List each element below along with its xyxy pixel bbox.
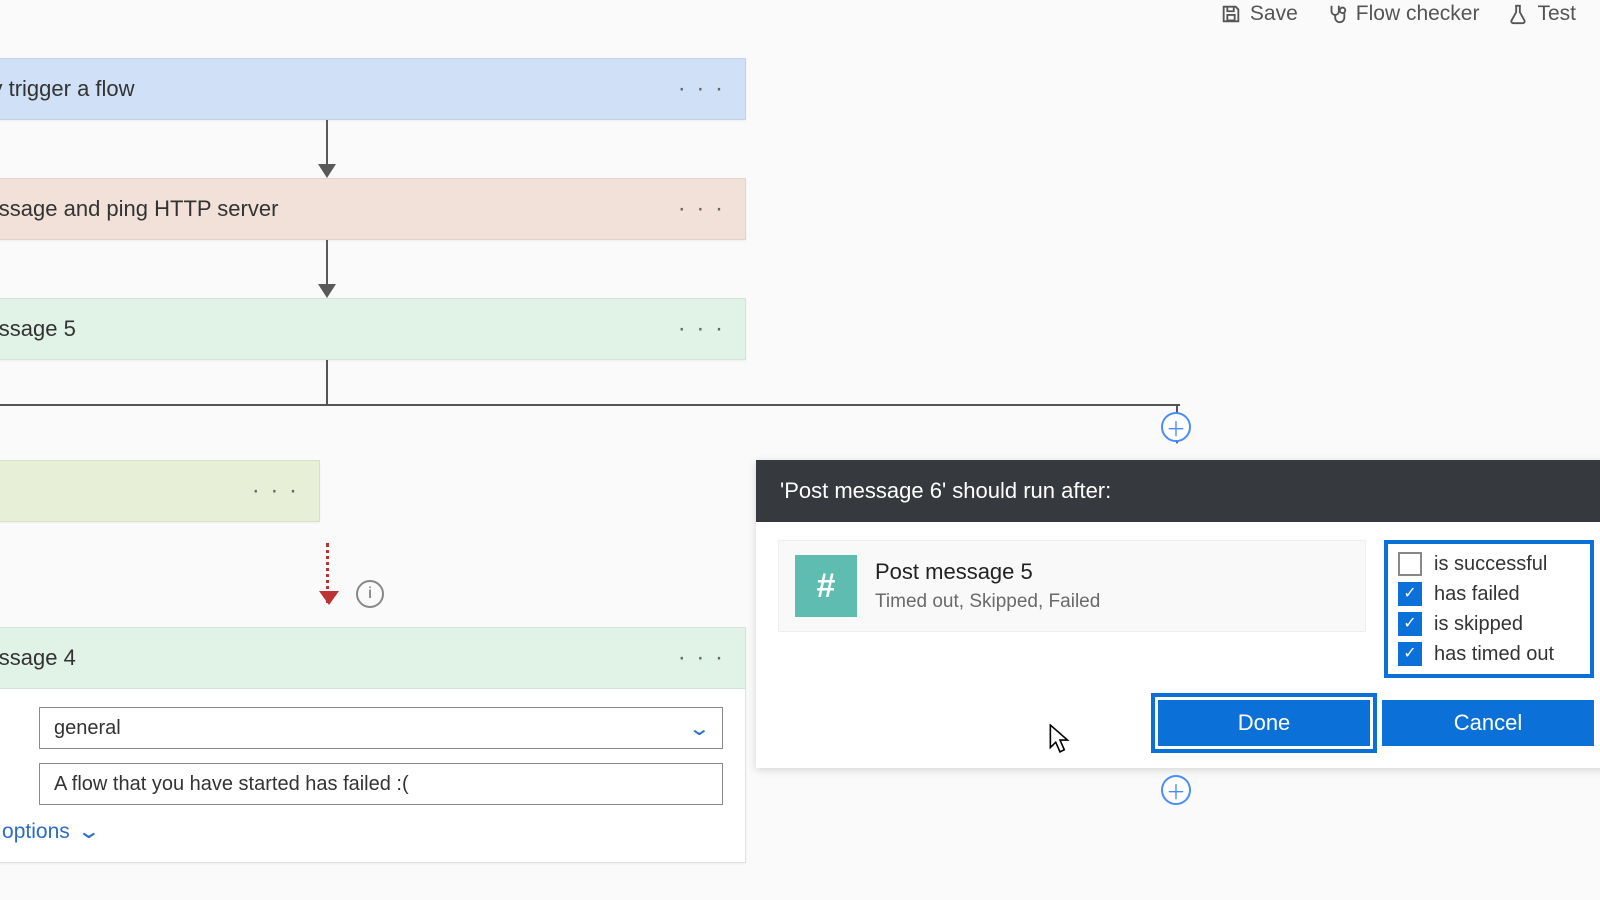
plus-icon: ＋ xyxy=(1166,413,1186,442)
test-label: Test xyxy=(1537,2,1576,26)
chevron-down-icon: ⌄ xyxy=(688,716,711,741)
flow-card-step3[interactable]: st message 5 · · · xyxy=(0,298,746,360)
flow-card-small[interactable]: · · · xyxy=(0,460,320,522)
check-label: has timed out xyxy=(1434,643,1554,666)
predecessor-card[interactable]: # Post message 5 Timed out, Skipped, Fai… xyxy=(778,540,1366,632)
card-title: st message 4 xyxy=(0,645,76,671)
run-after-dialog: 'Post message 6' should run after: # Pos… xyxy=(756,460,1600,768)
more-icon[interactable]: · · · xyxy=(678,195,725,223)
predecessor-name: Post message 5 xyxy=(875,559,1100,585)
channel-select[interactable]: general ⌄ xyxy=(39,707,723,749)
flow-card-expanded-body: Name general ⌄ Text A flow that you have… xyxy=(0,689,746,863)
checkbox-icon xyxy=(1398,552,1422,576)
run-after-checkbox-panel: is successful has failed is skipped has … xyxy=(1384,540,1594,678)
flow-card-expanded-header[interactable]: st message 4 · · · xyxy=(0,627,746,689)
done-label: Done xyxy=(1238,710,1291,736)
dialog-title: 'Post message 6' should run after: xyxy=(756,460,1600,522)
predecessor-summary: Timed out, Skipped, Failed xyxy=(875,591,1100,613)
checkbox-icon xyxy=(1398,642,1422,666)
info-icon[interactable]: i xyxy=(356,580,384,608)
more-icon[interactable]: · · · xyxy=(678,75,725,103)
more-icon[interactable]: · · · xyxy=(678,644,725,672)
cancel-label: Cancel xyxy=(1454,710,1522,736)
arrow-down-icon xyxy=(326,240,328,296)
checkbox-icon xyxy=(1398,582,1422,606)
connector-line xyxy=(326,360,328,404)
slack-icon: # xyxy=(795,555,857,617)
check-label: is successful xyxy=(1434,553,1547,576)
plus-icon: ＋ xyxy=(1166,776,1186,805)
flow-card-trigger[interactable]: nually trigger a flow · · · xyxy=(0,58,746,120)
checkbox-icon xyxy=(1398,612,1422,636)
check-is-successful[interactable]: is successful xyxy=(1398,552,1576,576)
branch-line xyxy=(0,404,1180,406)
test-button[interactable]: Test xyxy=(1507,2,1576,26)
beaker-icon xyxy=(1507,3,1529,25)
check-has-timed-out[interactable]: has timed out xyxy=(1398,642,1576,666)
card-title: nually trigger a flow xyxy=(0,76,135,102)
check-label: is skipped xyxy=(1434,613,1523,636)
field-label-message: Text xyxy=(0,773,39,796)
done-button[interactable]: Done xyxy=(1158,700,1370,746)
check-is-skipped[interactable]: is skipped xyxy=(1398,612,1576,636)
channel-value: general xyxy=(54,717,121,740)
add-step-button[interactable]: ＋ xyxy=(1161,775,1191,805)
check-label: has failed xyxy=(1434,583,1520,606)
advanced-options-toggle[interactable]: anced options ⌄ xyxy=(0,819,723,844)
check-has-failed[interactable]: has failed xyxy=(1398,582,1576,606)
advanced-options-label: anced options xyxy=(0,820,70,844)
flow-card-step2[interactable]: st message and ping HTTP server · · · xyxy=(0,178,746,240)
toolbar: Save Flow checker Test xyxy=(1220,0,1576,28)
save-icon xyxy=(1220,3,1242,25)
cancel-button[interactable]: Cancel xyxy=(1382,700,1594,746)
chevron-down-icon: ⌄ xyxy=(76,819,101,844)
message-value: A flow that you have started has failed … xyxy=(54,773,409,796)
stethoscope-icon xyxy=(1326,3,1348,25)
flow-checker-label: Flow checker xyxy=(1356,2,1480,26)
field-label-channel: Name xyxy=(0,717,39,740)
save-label: Save xyxy=(1250,2,1298,26)
add-step-button[interactable]: ＋ xyxy=(1161,412,1191,442)
message-text-input[interactable]: A flow that you have started has failed … xyxy=(39,763,723,805)
card-title: st message 5 xyxy=(0,316,76,342)
more-icon[interactable]: · · · xyxy=(252,477,299,505)
more-icon[interactable]: · · · xyxy=(678,315,725,343)
card-title: st message and ping HTTP server xyxy=(0,196,278,222)
save-button[interactable]: Save xyxy=(1220,2,1298,26)
arrow-down-icon xyxy=(326,120,328,176)
run-after-arrow-icon xyxy=(326,543,329,603)
flow-checker-button[interactable]: Flow checker xyxy=(1326,2,1480,26)
